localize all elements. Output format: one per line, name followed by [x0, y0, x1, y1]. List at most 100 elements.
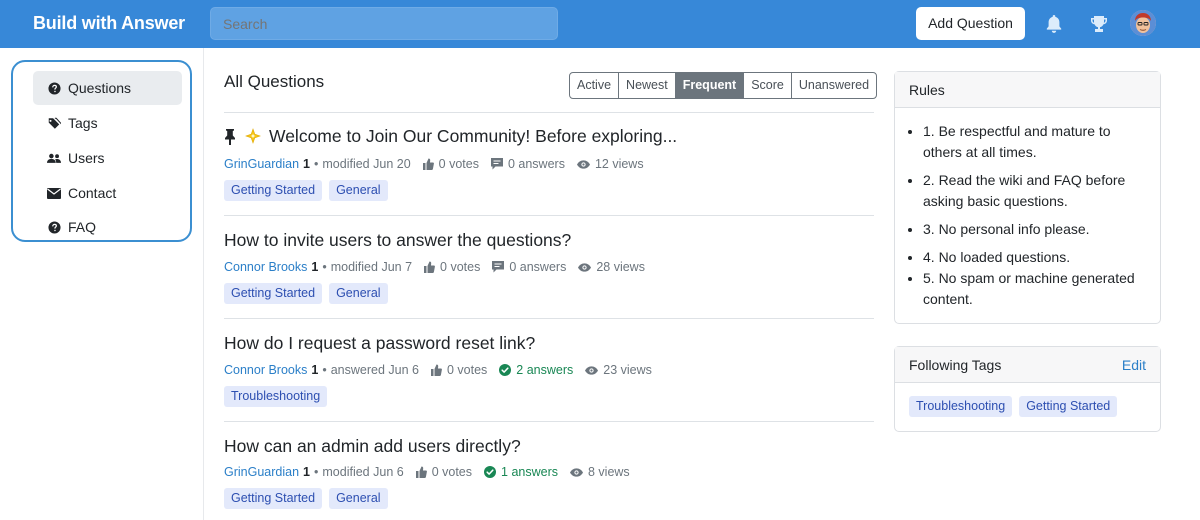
- question-meta: GrinGuardian 1 • modified Jun 6 0 votes …: [224, 465, 630, 479]
- views-stat: 23 views: [585, 363, 652, 377]
- sidebar-item-questions[interactable]: Questions: [33, 71, 182, 105]
- activity-text: modified Jun 20: [322, 157, 411, 171]
- answers-stat: 1 answers: [484, 465, 558, 479]
- rule-item: 5. No spam or machine generated content.: [923, 268, 1146, 310]
- rule-item: 4. No loaded questions.: [923, 247, 1146, 268]
- tag-chip[interactable]: General: [329, 180, 388, 201]
- activity-text: modified Jun 6: [322, 465, 404, 479]
- eye-icon: [570, 467, 583, 477]
- envelope-icon: [47, 186, 61, 200]
- answers-stat: 0 answers: [490, 157, 565, 171]
- filter-frequent[interactable]: Frequent: [675, 73, 745, 98]
- question-title-link[interactable]: How to invite users to answer the questi…: [224, 230, 571, 251]
- reputation: 1: [311, 363, 319, 377]
- question-tags: Getting Started General: [224, 283, 388, 304]
- tag-chip[interactable]: Troubleshooting: [909, 396, 1013, 417]
- question-circle-icon: [47, 220, 61, 234]
- sidebar-item-label: Questions: [68, 80, 132, 96]
- rule-item: 3. No personal info please.: [923, 219, 1146, 240]
- question-tags: Troubleshooting: [224, 386, 328, 407]
- reputation: 1: [311, 260, 319, 274]
- sidebar-item-faq[interactable]: FAQ: [33, 210, 182, 244]
- tag-chip[interactable]: Troubleshooting: [224, 386, 328, 407]
- reputation: 1: [303, 157, 310, 171]
- question-meta: GrinGuardian 1 • modified Jun 20 0 votes…: [224, 157, 644, 171]
- author-link[interactable]: Connor Brooks: [224, 363, 307, 377]
- trophy-icon[interactable]: [1087, 12, 1111, 36]
- rule-item: 1. Be respectful and mature to others at…: [923, 121, 1146, 163]
- separator-dot: •: [314, 465, 319, 479]
- views-stat: 12 views: [576, 157, 644, 171]
- search-input[interactable]: [210, 7, 558, 40]
- votes-stat: 0 votes: [424, 260, 480, 274]
- sidebar-item-label: Tags: [68, 115, 98, 131]
- rules-card: Rules 1. Be respectful and mature to oth…: [894, 71, 1161, 324]
- author-link[interactable]: GrinGuardian: [224, 157, 299, 171]
- thumbs-up-icon: [424, 261, 435, 273]
- brand-logo-text[interactable]: Build with Answer: [33, 13, 185, 34]
- eye-icon: [578, 262, 592, 272]
- card-header: Following Tags Edit: [895, 347, 1160, 383]
- question-tags: Getting Started General: [224, 180, 388, 201]
- thumbs-up-icon: [422, 158, 434, 170]
- separator-dot: •: [322, 363, 327, 377]
- users-icon: [47, 151, 61, 165]
- card-header: Rules: [895, 72, 1160, 108]
- user-avatar[interactable]: [1130, 10, 1156, 36]
- sidebar-divider: [203, 48, 204, 520]
- tag-chip[interactable]: Getting Started: [224, 283, 323, 304]
- sidebar-item-label: FAQ: [68, 219, 97, 235]
- edit-tags-link[interactable]: Edit: [1122, 357, 1146, 373]
- rules-list: 1. Be respectful and mature to others at…: [895, 108, 1160, 310]
- divider: [224, 421, 874, 422]
- tag-chip[interactable]: Getting Started: [224, 180, 323, 201]
- comment-icon: [490, 158, 503, 170]
- filter-active[interactable]: Active: [570, 73, 620, 98]
- sidebar-item-tags[interactable]: Tags: [33, 106, 182, 140]
- tag-chip[interactable]: General: [329, 283, 388, 304]
- divider: [224, 318, 874, 319]
- reputation: 1: [303, 465, 310, 479]
- sidebar-item-contact[interactable]: Contact: [33, 176, 182, 210]
- views-stat: 28 views: [578, 260, 645, 274]
- separator-dot: •: [322, 260, 327, 274]
- filter-score[interactable]: Score: [744, 73, 792, 98]
- eye-icon: [576, 159, 590, 169]
- add-question-button[interactable]: Add Question: [916, 7, 1025, 40]
- following-tags-card: Following Tags Edit Troubleshooting Gett…: [894, 346, 1161, 432]
- separator-dot: •: [314, 157, 319, 171]
- card-title: Following Tags: [909, 356, 1002, 373]
- activity-text: modified Jun 7: [330, 260, 413, 274]
- bell-icon[interactable]: [1042, 12, 1066, 36]
- activity-text: answered Jun 6: [330, 363, 419, 377]
- check-circle-icon: [484, 466, 497, 478]
- question-filter-group: Active Newest Frequent Score Unanswered: [569, 72, 878, 99]
- thumbs-up-icon: [415, 466, 427, 478]
- answers-stat: 2 answers: [499, 363, 573, 377]
- filter-unanswered[interactable]: Unanswered: [792, 73, 876, 98]
- divider: [224, 215, 874, 216]
- filter-newest[interactable]: Newest: [619, 73, 676, 98]
- divider: [224, 112, 874, 113]
- sidebar-item-label: Contact: [68, 185, 117, 201]
- votes-stat: 0 votes: [415, 465, 472, 479]
- question-tags: Getting Started General: [224, 488, 388, 509]
- author-link[interactable]: Connor Brooks: [224, 260, 307, 274]
- tag-chip[interactable]: General: [329, 488, 388, 509]
- answers-stat: 0 answers: [492, 260, 566, 274]
- sparkle-icon: [244, 127, 262, 146]
- eye-icon: [585, 365, 599, 375]
- question-title-link[interactable]: How can an admin add users directly?: [224, 436, 521, 457]
- author-link[interactable]: GrinGuardian: [224, 465, 299, 479]
- card-title: Rules: [909, 81, 945, 98]
- question-title-link[interactable]: How do I request a password reset link?: [224, 333, 535, 354]
- views-stat: 8 views: [570, 465, 630, 479]
- tag-chip[interactable]: Getting Started: [1019, 396, 1118, 417]
- tags-icon: [47, 116, 61, 130]
- top-navbar: Build with Answer Add Question: [0, 0, 1200, 48]
- votes-stat: 0 votes: [430, 363, 487, 377]
- pin-icon: [224, 128, 236, 145]
- tag-chip[interactable]: Getting Started: [224, 488, 323, 509]
- sidebar-item-users[interactable]: Users: [33, 141, 182, 175]
- question-title-link[interactable]: Welcome to Join Our Community! Before ex…: [224, 126, 677, 147]
